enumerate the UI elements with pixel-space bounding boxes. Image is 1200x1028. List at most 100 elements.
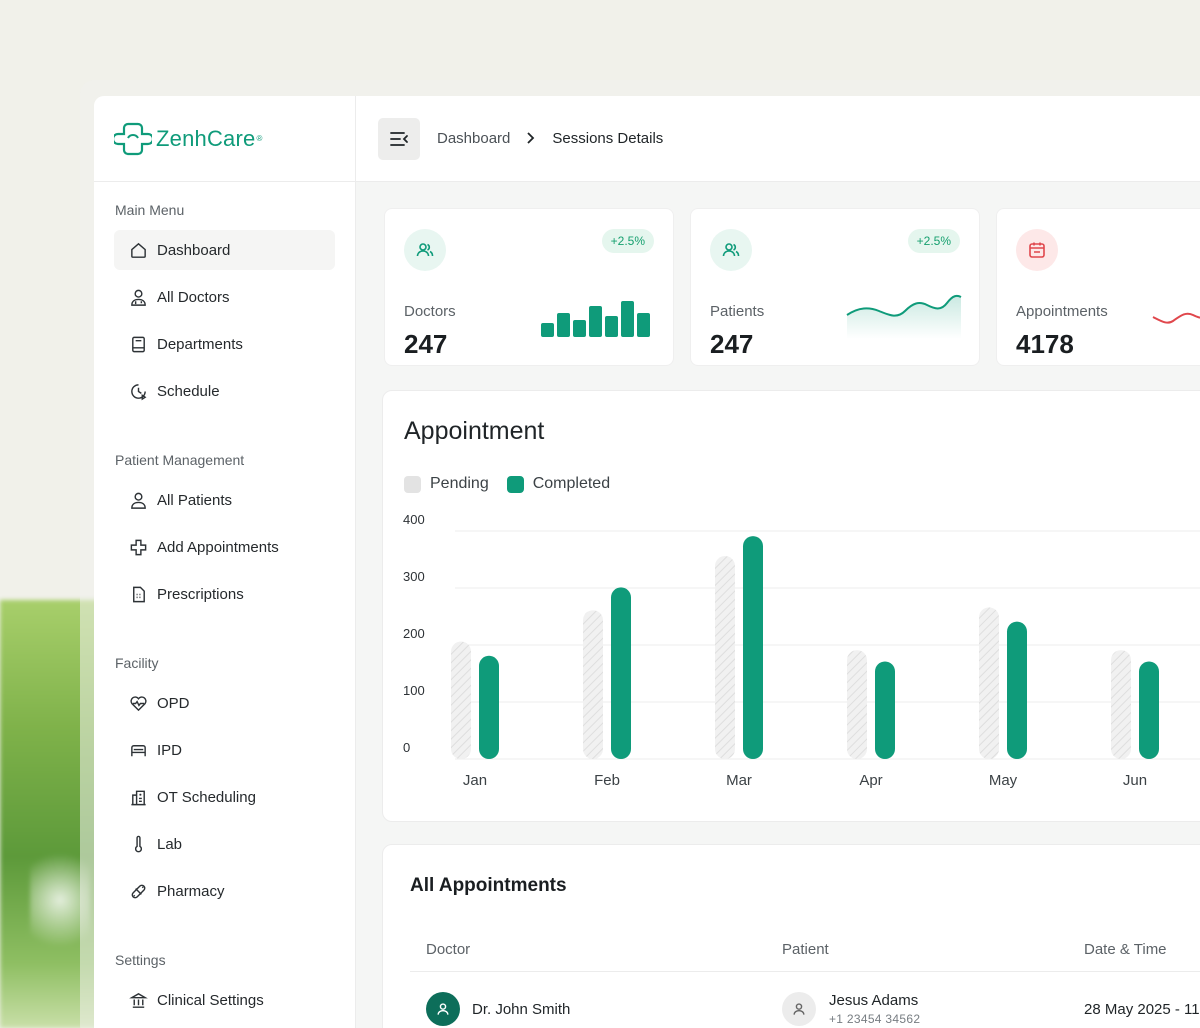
sidebar-section-patient-management: Patient Management	[115, 452, 245, 468]
mini-bar	[637, 313, 650, 337]
mini-bar	[557, 313, 570, 337]
user-icon	[128, 490, 148, 510]
mini-bar	[621, 301, 634, 337]
bar-completed[interactable]	[611, 587, 631, 759]
x-tick-label: Feb	[594, 772, 620, 789]
menu-collapse-icon	[390, 131, 408, 146]
stat-label: Patients	[710, 303, 765, 320]
y-tick-label: 400	[403, 512, 425, 527]
sidebar-item-label: IPD	[157, 741, 183, 759]
patient-phone: +1 23454 34562	[829, 1012, 921, 1026]
institution-icon	[128, 990, 148, 1010]
sidebar: ZenhCare ® Main Menu Dashboard All Docto…	[94, 96, 356, 1028]
appointment-chart-card: Appointment Pending Completed 400 300 200 1…	[382, 390, 1200, 822]
sidebar-item-label: OT Scheduling	[157, 788, 256, 806]
sidebar-item-lab[interactable]: Lab	[114, 824, 335, 864]
column-header-doctor[interactable]: Doctor	[426, 941, 470, 958]
bar-pending[interactable]	[583, 610, 603, 759]
y-tick-label: 300	[403, 569, 425, 584]
sidebar-item-label: Schedule	[157, 382, 220, 400]
sidebar-item-label: Departments	[157, 335, 243, 353]
sidebar-item-label: Add Appointments	[157, 538, 279, 556]
stat-value: 247	[404, 329, 448, 359]
logo-icon	[114, 122, 152, 155]
bar-pending[interactable]	[451, 641, 471, 759]
legend-item-pending[interactable]: Pending	[404, 475, 489, 493]
mini-bar	[605, 316, 618, 337]
x-tick-label: Apr	[859, 772, 882, 789]
users-icon	[404, 229, 446, 271]
bar-completed[interactable]	[1007, 621, 1027, 759]
pill-icon	[128, 881, 148, 901]
all-appointments-card: All Appointments Doctor Patient Date & T…	[382, 844, 1200, 1028]
brand-logo[interactable]: ZenhCare ®	[94, 96, 355, 182]
patient-avatar	[782, 992, 816, 1026]
y-tick-label: 0	[403, 740, 410, 755]
patients-sparkline	[846, 294, 962, 339]
users-icon	[710, 229, 752, 271]
calendar-icon	[1016, 229, 1058, 271]
stat-card-patients[interactable]: +2.5% Patients 247	[690, 208, 980, 366]
sidebar-item-schedule[interactable]: Schedule	[114, 371, 335, 411]
bar-completed[interactable]	[875, 661, 895, 760]
sidebar-item-pharmacy[interactable]: Pharmacy	[114, 871, 335, 911]
x-tick-label: Jan	[463, 772, 487, 789]
doctor-icon	[128, 287, 148, 307]
sidebar-item-label: OPD	[157, 694, 190, 712]
x-tick-label: Mar	[726, 772, 752, 789]
doctor-avatar	[426, 992, 460, 1026]
sidebar-item-all-doctors[interactable]: All Doctors	[114, 277, 335, 317]
menu-toggle-button[interactable]	[378, 117, 420, 160]
sidebar-item-label: All Doctors	[157, 288, 230, 306]
sidebar-item-add-appointments[interactable]: Add Appointments	[114, 527, 335, 567]
sidebar-item-opd[interactable]: OPD	[114, 683, 335, 723]
sidebar-item-prescriptions[interactable]: Prescriptions	[114, 574, 335, 614]
chart-legend: Pending Completed	[404, 475, 628, 493]
table-title: All Appointments	[410, 875, 567, 896]
sidebar-item-all-patients[interactable]: All Patients	[114, 480, 335, 520]
mini-bar	[541, 323, 554, 337]
stat-badge: +2.5%	[907, 229, 960, 253]
column-header-date-time[interactable]: Date & Time	[1084, 941, 1167, 958]
sidebar-item-label: Clinical Settings	[157, 991, 264, 1009]
brand-registered-mark: ®	[256, 134, 263, 143]
app-window: ZenhCare ® Main Menu Dashboard All Docto…	[94, 96, 1200, 1028]
bar-pending[interactable]	[715, 556, 735, 759]
appointments-sparkline	[1152, 312, 1200, 324]
legend-label: Pending	[430, 475, 489, 492]
bar-pending[interactable]	[979, 607, 999, 759]
bar-pending[interactable]	[847, 650, 867, 759]
sidebar-item-clinical-settings[interactable]: Clinical Settings	[114, 980, 335, 1020]
breadcrumb-dashboard[interactable]: Dashboard	[437, 130, 510, 147]
column-header-patient[interactable]: Patient	[782, 941, 829, 958]
x-tick-label: May	[989, 772, 1018, 789]
sidebar-item-label: Prescriptions	[157, 585, 244, 603]
sidebar-item-ot-scheduling[interactable]: OT Scheduling	[114, 777, 335, 817]
bar-pending[interactable]	[1111, 650, 1131, 759]
user-icon	[793, 1003, 805, 1015]
home-icon	[128, 240, 148, 260]
breadcrumb-sessions-details: Sessions Details	[552, 130, 664, 147]
prescription-icon	[128, 584, 148, 604]
sidebar-item-ipd[interactable]: IPD	[114, 730, 335, 770]
medical-cross-icon	[128, 537, 148, 557]
stat-card-doctors[interactable]: +2.5% Doctors 247	[384, 208, 674, 366]
stat-value: 247	[710, 329, 754, 359]
legend-item-completed[interactable]: Completed	[506, 475, 610, 493]
sidebar-item-departments[interactable]: Departments	[114, 324, 335, 364]
sidebar-item-label: All Patients	[157, 491, 233, 509]
sidebar-item-label: Lab	[157, 835, 183, 853]
sidebar-item-label: Dashboard	[157, 241, 231, 259]
mini-bar	[589, 306, 602, 337]
clock-icon	[128, 381, 148, 401]
legend-swatch	[506, 475, 524, 493]
legend-swatch	[404, 475, 421, 493]
bar-completed[interactable]	[1139, 661, 1159, 760]
bed-icon	[128, 740, 148, 760]
stat-label: Doctors	[404, 303, 456, 320]
bar-completed[interactable]	[479, 655, 499, 759]
stat-card-appointments[interactable]: Appointments 4178	[996, 208, 1200, 366]
bar-completed[interactable]	[743, 536, 763, 759]
sidebar-item-dashboard[interactable]: Dashboard	[114, 230, 335, 270]
x-tick-label: Jun	[1123, 772, 1147, 789]
